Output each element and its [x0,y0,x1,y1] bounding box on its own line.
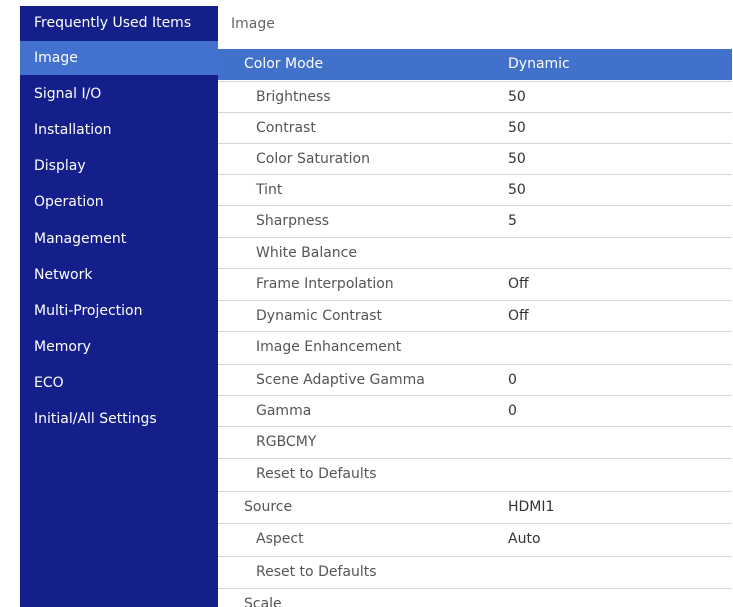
projector-menu: Frequently Used Items Image Signal I/O I… [20,6,732,607]
setting-label: Gamma [256,403,312,419]
setting-row-scale[interactable]: Scale [218,588,732,607]
setting-row-reset-to-defaults-source[interactable]: Reset to Defaults [218,556,732,587]
setting-label: Reset to Defaults [256,466,377,482]
settings-panel: Image Color Mode Dynamic Brightness 50 C… [218,6,732,607]
setting-label: Brightness [256,89,331,105]
setting-value: 50 [508,151,526,167]
setting-label: White Balance [256,245,357,261]
setting-label: Scene Adaptive Gamma [256,372,425,388]
setting-value: Auto [508,531,541,547]
setting-label: Contrast [256,120,316,136]
sidebar-item-display[interactable]: Display [20,149,218,183]
setting-value: 0 [508,372,517,388]
setting-row-scene-adaptive-gamma[interactable]: Scene Adaptive Gamma 0 [218,364,732,395]
setting-row-rgbcmy[interactable]: RGBCMY [218,426,732,457]
setting-value: 50 [508,182,526,198]
setting-label: Aspect [256,531,304,547]
setting-value: 50 [508,89,526,105]
setting-row-source[interactable]: Source HDMI1 [218,491,732,522]
setting-label: Source [244,499,293,515]
setting-label: Tint [256,182,283,198]
setting-value: Dynamic [508,56,570,72]
setting-row-sharpness[interactable]: Sharpness 5 [218,205,732,236]
setting-row-aspect[interactable]: Aspect Auto [218,523,732,554]
setting-label: Color Mode [244,56,324,72]
sidebar-item-operation[interactable]: Operation [20,185,218,219]
setting-label: Reset to Defaults [256,564,377,580]
setting-row-frame-interpolation[interactable]: Frame Interpolation Off [218,268,732,299]
setting-row-brightness[interactable]: Brightness 50 [218,81,732,112]
setting-row-reset-to-defaults[interactable]: Reset to Defaults [218,458,732,489]
setting-value: Off [508,276,529,292]
setting-label: Sharpness [256,213,330,229]
setting-label: Scale [244,596,282,607]
sidebar-item-multi-projection[interactable]: Multi-Projection [20,294,218,328]
setting-row-gamma[interactable]: Gamma 0 [218,395,732,426]
setting-row-color-saturation[interactable]: Color Saturation 50 [218,143,732,174]
sidebar-item-frequently-used-items[interactable]: Frequently Used Items [20,6,218,40]
sidebar-item-network[interactable]: Network [20,258,218,292]
setting-label: RGBCMY [256,434,317,450]
sidebar-item-image[interactable]: Image [20,41,218,75]
sidebar: Frequently Used Items Image Signal I/O I… [20,6,218,607]
setting-label: Frame Interpolation [256,276,394,292]
sidebar-item-management[interactable]: Management [20,222,218,256]
setting-value: 50 [508,120,526,136]
setting-row-color-mode[interactable]: Color Mode Dynamic [218,49,732,80]
setting-value: Off [508,308,529,324]
setting-label: Dynamic Contrast [256,308,383,324]
setting-label: Image Enhancement [256,339,402,355]
setting-value: 0 [508,403,517,419]
setting-row-dynamic-contrast[interactable]: Dynamic Contrast Off [218,300,732,331]
setting-row-tint[interactable]: Tint 50 [218,174,732,205]
setting-label: Color Saturation [256,151,370,167]
setting-row-white-balance[interactable]: White Balance [218,237,732,268]
sidebar-item-eco[interactable]: ECO [20,366,218,400]
sidebar-item-memory[interactable]: Memory [20,330,218,364]
setting-value: 5 [508,213,517,229]
sidebar-item-installation[interactable]: Installation [20,113,218,147]
setting-value: HDMI1 [508,499,555,515]
sidebar-item-signal-io[interactable]: Signal I/O [20,77,218,111]
panel-title: Image [231,16,275,32]
setting-row-image-enhancement[interactable]: Image Enhancement [218,331,732,362]
sidebar-item-initial-all-settings[interactable]: Initial/All Settings [20,402,218,436]
setting-row-contrast[interactable]: Contrast 50 [218,112,732,143]
